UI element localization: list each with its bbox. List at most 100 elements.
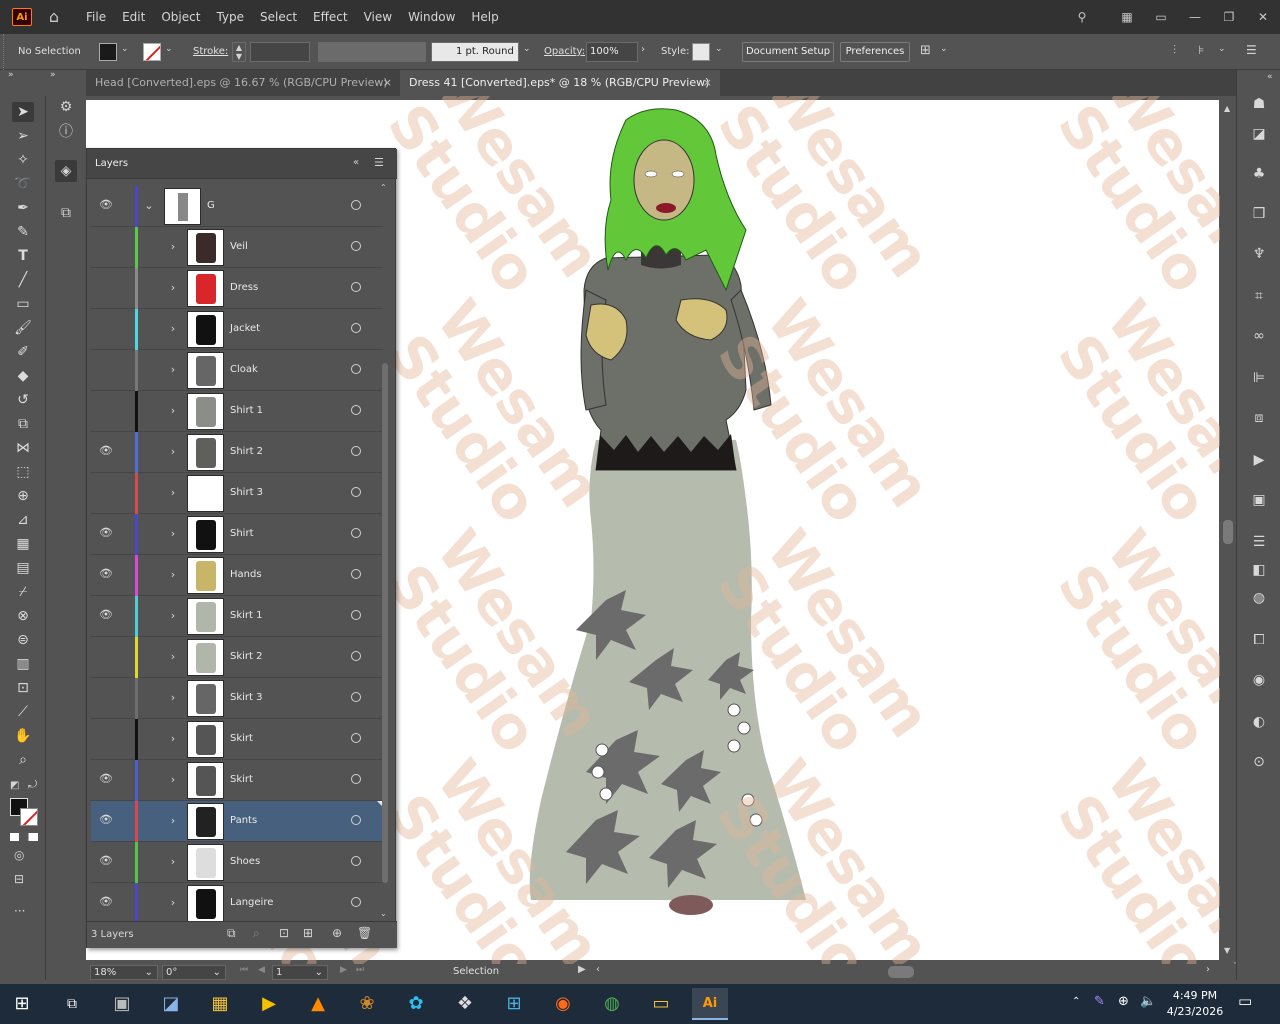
swatches-icon[interactable]: ♣ bbox=[1248, 164, 1270, 184]
eyedropper-tool-icon[interactable]: ⌿ bbox=[12, 582, 34, 602]
transform-icon[interactable]: ⊧ bbox=[1198, 43, 1204, 57]
color-mode-buttons[interactable] bbox=[10, 833, 38, 841]
layer-target-icon[interactable] bbox=[351, 528, 361, 538]
layer-name[interactable]: Langeire bbox=[230, 897, 273, 908]
vlc-icon[interactable]: ▲ bbox=[300, 988, 336, 1020]
status-menu-icon[interactable]: ▶ bbox=[578, 964, 586, 975]
visibility-eye-icon[interactable]: 👁 bbox=[99, 526, 113, 540]
visibility-eye-icon[interactable]: 👁 bbox=[99, 567, 113, 581]
layer-name[interactable]: G bbox=[207, 200, 215, 211]
chevron-down-icon[interactable]: ⌄ bbox=[940, 44, 948, 54]
menu-help[interactable]: Help bbox=[463, 0, 506, 34]
studio-app-icon[interactable]: ▦ bbox=[202, 988, 238, 1020]
illustrator-taskbar-icon[interactable]: Ai bbox=[692, 988, 728, 1020]
visibility-eye-icon[interactable]: 👁 bbox=[99, 813, 113, 827]
minimize-button[interactable]: — bbox=[1183, 7, 1207, 27]
arrange-documents-icon[interactable]: ▭ bbox=[1149, 7, 1173, 27]
layer-row[interactable]: 👁 › Skirt 1 bbox=[91, 596, 383, 637]
color-icon[interactable]: ☗ bbox=[1248, 94, 1270, 114]
gradient-tool-icon[interactable]: ▤ bbox=[12, 558, 34, 578]
snipping-app-icon[interactable]: ◪ bbox=[153, 988, 189, 1020]
scale-tool-icon[interactable]: ⧉ bbox=[12, 414, 34, 434]
layer-name[interactable]: Pants bbox=[230, 815, 257, 826]
maximize-button[interactable]: ❐ bbox=[1217, 7, 1241, 27]
file-explorer-icon[interactable]: ▭ bbox=[643, 988, 679, 1020]
volume-icon[interactable]: 🔈 bbox=[1140, 994, 1156, 1009]
perspective-grid-tool-icon[interactable]: ⊿ bbox=[12, 510, 34, 530]
opacity-label[interactable]: Opacity: bbox=[544, 46, 585, 57]
expand-chevron-icon[interactable]: › bbox=[167, 321, 179, 337]
artboards-icon[interactable]: ⧉ bbox=[55, 202, 77, 224]
layer-row[interactable]: 👁 › Langeire bbox=[91, 883, 383, 924]
stroke-color-box[interactable] bbox=[20, 808, 38, 826]
layer-target-icon[interactable] bbox=[351, 897, 361, 907]
stroke-weight-stepper[interactable]: ▲ ▼ bbox=[232, 42, 246, 62]
gradient-panel-icon[interactable]: ◧ bbox=[1248, 560, 1270, 580]
chrome-icon[interactable]: ◍ bbox=[594, 988, 630, 1020]
layer-name[interactable]: Dress bbox=[230, 282, 258, 293]
rotation-input[interactable]: 0° ⌄ bbox=[162, 965, 226, 980]
document-info-icon[interactable]: ⊙ bbox=[1248, 752, 1270, 772]
expand-chevron-icon[interactable]: › bbox=[167, 526, 179, 542]
chevron-down-icon[interactable]: ⌄ bbox=[523, 44, 531, 54]
scroll-up-icon[interactable]: ▲ bbox=[1224, 104, 1230, 113]
stroke-panel-icon[interactable]: ☰ bbox=[1248, 532, 1270, 552]
layer-row-g[interactable]: 👁 ⌄ G bbox=[91, 186, 383, 227]
artboard-number-input[interactable]: 1 ⌄ bbox=[272, 965, 328, 980]
navigator-icon[interactable]: ▣ bbox=[1248, 490, 1270, 510]
3d-app-icon[interactable]: ✿ bbox=[398, 988, 434, 1020]
brushes-icon[interactable]: ❒ bbox=[1248, 204, 1270, 224]
layer-target-icon[interactable] bbox=[351, 282, 361, 292]
layer-target-icon[interactable] bbox=[351, 651, 361, 661]
collapse-dock-icon[interactable]: » bbox=[50, 70, 56, 80]
layer-target-icon[interactable] bbox=[351, 364, 361, 374]
align-icon[interactable]: ⫶ bbox=[1173, 43, 1176, 58]
new-layer-icon[interactable]: ⊕ bbox=[332, 926, 342, 940]
line-tool-icon[interactable]: ╱ bbox=[12, 270, 34, 290]
layer-row[interactable]: 👁 › Shirt bbox=[91, 514, 383, 555]
properties-icon[interactable]: ⚙ bbox=[55, 96, 77, 118]
panel-menu-icon[interactable]: ☰ bbox=[374, 156, 384, 169]
graphic-style-swatch[interactable] bbox=[692, 43, 710, 61]
visibility-eye-icon[interactable]: 👁 bbox=[99, 608, 113, 622]
control-bar-grip[interactable] bbox=[0, 34, 4, 70]
selection-tool-icon[interactable]: ➤ bbox=[12, 102, 34, 122]
mesh-tool-icon[interactable]: ▦ bbox=[12, 534, 34, 554]
info-icon[interactable]: ⓘ bbox=[55, 121, 77, 143]
layers-panel-title[interactable]: Layers bbox=[95, 158, 128, 169]
scroll-right-icon[interactable]: › bbox=[1206, 964, 1210, 975]
menu-window[interactable]: Window bbox=[400, 0, 463, 34]
asset-export-icon[interactable]: ◐ bbox=[1248, 712, 1270, 732]
layer-name[interactable]: Skirt 3 bbox=[230, 692, 263, 703]
firefox-icon[interactable]: ◉ bbox=[545, 988, 581, 1020]
locate-object-icon[interactable]: ⌕ bbox=[253, 926, 260, 941]
clipping-mask-icon[interactable]: ⊡ bbox=[279, 926, 289, 940]
shaper-tool-icon[interactable]: ✐ bbox=[12, 342, 34, 362]
tab-dress-document[interactable]: Dress 41 [Converted].eps* @ 18 % (RGB/CP… bbox=[400, 70, 720, 96]
last-artboard-icon[interactable]: ⏭ bbox=[356, 965, 364, 975]
layer-target-icon[interactable] bbox=[351, 323, 361, 333]
layer-row[interactable]: › Jacket bbox=[91, 309, 383, 350]
expand-chevron-icon[interactable]: › bbox=[167, 239, 179, 255]
layer-target-icon[interactable] bbox=[351, 856, 361, 866]
expand-chevron-icon[interactable]: › bbox=[167, 403, 179, 419]
visibility-eye-icon[interactable] bbox=[99, 403, 113, 417]
curvature-tool-icon[interactable]: ✎ bbox=[12, 222, 34, 242]
shape-builder-tool-icon[interactable]: ⊕ bbox=[12, 486, 34, 506]
transparency-icon[interactable]: ◍ bbox=[1248, 588, 1270, 608]
layer-name[interactable]: Shirt 2 bbox=[230, 446, 263, 457]
draw-mode-icon[interactable]: ◎ bbox=[14, 848, 24, 862]
layers-icon[interactable]: ◈ bbox=[55, 160, 77, 182]
visibility-eye-icon[interactable]: 👁 bbox=[99, 854, 113, 868]
type-tool-icon[interactable]: T bbox=[12, 246, 34, 266]
expand-chevron-icon[interactable]: › bbox=[167, 608, 179, 624]
chevron-down-icon[interactable]: ⌄ bbox=[165, 44, 173, 54]
scroll-down-icon[interactable]: ▼ bbox=[1224, 946, 1230, 955]
document-setup-button[interactable]: Document Setup bbox=[742, 42, 834, 62]
expand-chevron-icon[interactable]: › bbox=[167, 731, 179, 747]
system-clock[interactable]: 4:49 PM 4/23/2026 bbox=[1160, 988, 1230, 1020]
hand-tool-icon[interactable]: ✋ bbox=[12, 726, 34, 746]
opacity-input[interactable]: 100% bbox=[586, 42, 638, 62]
chevron-down-icon[interactable]: ⌄ bbox=[715, 44, 723, 54]
layer-target-icon[interactable] bbox=[351, 815, 361, 825]
